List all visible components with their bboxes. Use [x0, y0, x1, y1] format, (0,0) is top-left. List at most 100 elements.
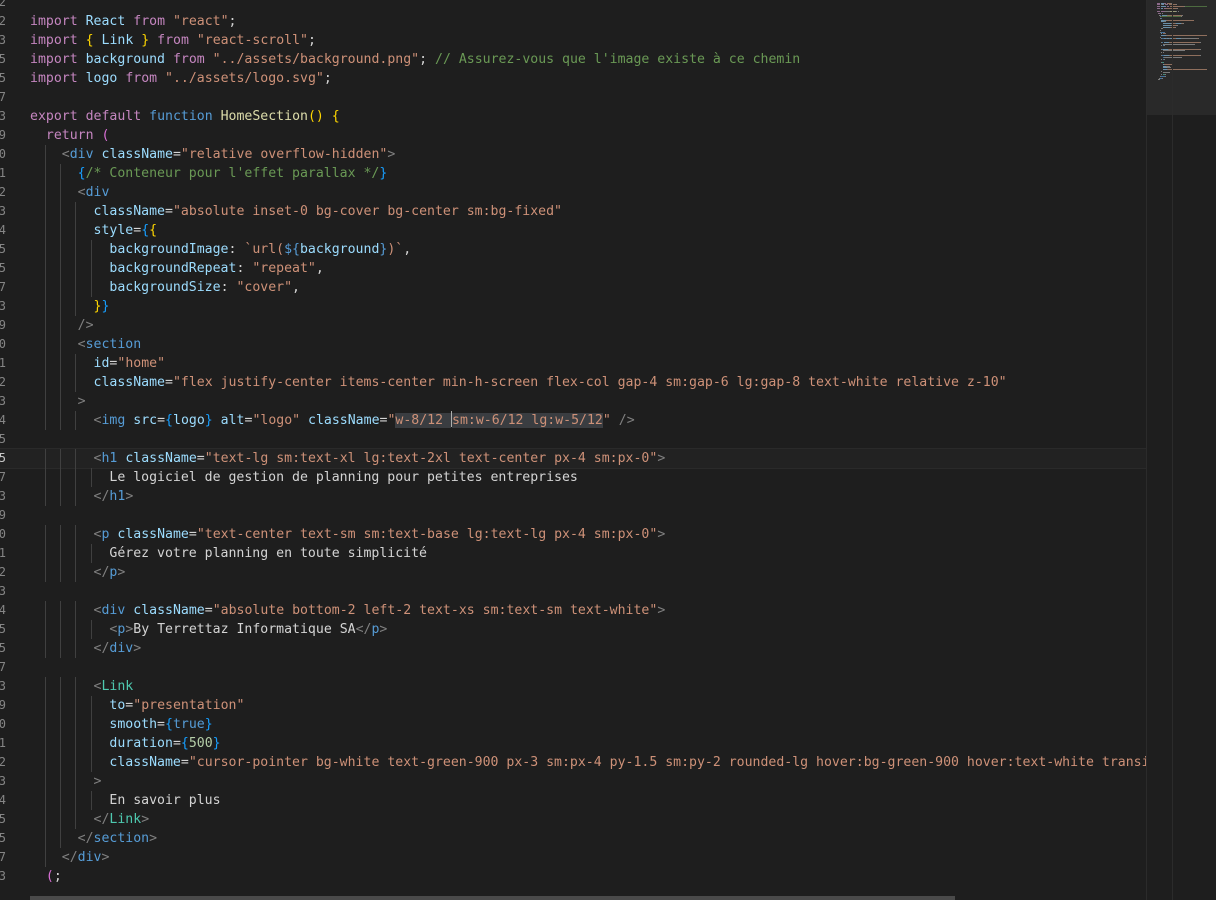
code-line[interactable]: 3: [0, 582, 1146, 601]
vertical-scrollbar-track[interactable]: [1172, 0, 1173, 900]
code-line[interactable]: 2 </p>: [0, 563, 1146, 582]
code-token: "../assets/background.png": [212, 52, 420, 67]
minimap-token: [1161, 77, 1163, 79]
code-line[interactable]: 0 <p className="text-center text-sm sm:t…: [0, 525, 1146, 544]
code-text[interactable]: <section: [30, 335, 142, 354]
code-line[interactable]: 0 smooth={true}: [0, 715, 1146, 734]
code-line[interactable]: 7 Le logiciel de gestion de planning pou…: [0, 468, 1146, 487]
code-line[interactable]: 3 export default function HomeSection() {: [0, 107, 1146, 126]
code-line[interactable]: 5: [0, 430, 1146, 449]
code-text[interactable]: En savoir plus: [30, 791, 220, 810]
code-line[interactable]: 3 (;: [0, 867, 1146, 886]
code-line[interactable]: 2 className="cursor-pointer bg-white tex…: [0, 753, 1146, 772]
code-line[interactable]: 5 </section>: [0, 829, 1146, 848]
code-line[interactable]: 5 <h1 className="text-lg sm:text-xl lg:t…: [0, 448, 1146, 469]
code-line[interactable]: 2 <div: [0, 183, 1146, 202]
line-number: 7: [0, 660, 6, 674]
code-line[interactable]: 5 import background from "../assets/backg…: [0, 50, 1146, 69]
code-text[interactable]: </div>: [30, 848, 110, 867]
code-token: HomeSection: [220, 109, 308, 124]
code-line[interactable]: 1 id="home": [0, 354, 1146, 373]
code-line[interactable]: 0 <section: [0, 335, 1146, 354]
code-line[interactable]: 1 duration={500}: [0, 734, 1146, 753]
code-line[interactable]: 7: [0, 658, 1146, 677]
code-line[interactable]: 4 En savoir plus: [0, 791, 1146, 810]
code-token: function: [149, 109, 213, 124]
code-text[interactable]: className="absolute inset-0 bg-cover bg-…: [30, 202, 562, 221]
code-text[interactable]: import React from "react";: [30, 12, 237, 31]
code-line[interactable]: 4 style={{: [0, 221, 1146, 240]
code-text[interactable]: {/* Conteneur pour l'effet parallax */}: [30, 164, 388, 183]
code-token: logo: [85, 71, 118, 86]
code-text[interactable]: import logo from "../assets/logo.svg";: [30, 69, 332, 88]
code-text[interactable]: >: [30, 392, 86, 411]
code-line[interactable]: 7 </div>: [0, 848, 1146, 867]
code-line[interactable]: 3 >: [0, 772, 1146, 791]
code-line[interactable]: 3 >: [0, 392, 1146, 411]
code-text[interactable]: className="cursor-pointer bg-white text-…: [30, 753, 1146, 772]
code-text[interactable]: import { Link } from "react-scroll";: [30, 31, 316, 50]
code-text[interactable]: return (: [30, 126, 110, 145]
code-text[interactable]: id="home": [30, 354, 165, 373]
code-line[interactable]: 0 <div className="relative overflow-hidd…: [0, 145, 1146, 164]
code-line[interactable]: 3 import { Link } from "react-scroll";: [0, 31, 1146, 50]
code-text[interactable]: <div className="absolute bottom-2 left-2…: [30, 601, 666, 620]
code-line[interactable]: 5 </Link>: [0, 810, 1146, 829]
code-text[interactable]: (;: [30, 867, 62, 886]
code-text[interactable]: <img src={logo} alt="logo" className="w-…: [30, 411, 635, 430]
code-token: {: [149, 223, 158, 238]
code-text[interactable]: }}: [30, 297, 110, 316]
code-text[interactable]: </Link>: [30, 810, 150, 829]
code-text[interactable]: backgroundImage: `url(${background})`,: [30, 240, 411, 259]
code-text[interactable]: </div>: [30, 639, 142, 658]
code-text[interactable]: <div: [30, 183, 110, 202]
code-text[interactable]: >: [30, 772, 102, 791]
code-text[interactable]: <h1 className="text-lg sm:text-xl lg:tex…: [30, 449, 666, 468]
code-line[interactable]: 5 backgroundImage: `url(${background})`,: [0, 240, 1146, 259]
code-text[interactable]: <p className="text-center text-sm sm:tex…: [30, 525, 666, 544]
code-line[interactable]: 9 />: [0, 316, 1146, 335]
code-text[interactable]: style={{: [30, 221, 158, 240]
code-line[interactable]: 2 import React from "react";: [0, 12, 1146, 31]
code-text[interactable]: />: [30, 316, 94, 335]
code-editor[interactable]: 2 2 import React from "react"; 3 import { Li…: [0, 0, 1146, 900]
code-line[interactable]: 3 </h1>: [0, 487, 1146, 506]
indent-guide: [45, 221, 46, 240]
code-text[interactable]: duration={500}: [30, 734, 220, 753]
code-line[interactable]: 2: [0, 0, 1146, 12]
code-line[interactable]: 4 <img src={logo} alt="logo" className="…: [0, 411, 1146, 430]
code-line[interactable]: 7: [0, 88, 1146, 107]
code-line[interactable]: 4 <div className="absolute bottom-2 left…: [0, 601, 1146, 620]
code-line[interactable]: 5 backgroundRepeat: "repeat",: [0, 259, 1146, 278]
code-line[interactable]: 9 to="presentation": [0, 696, 1146, 715]
code-text[interactable]: backgroundRepeat: "repeat",: [30, 259, 323, 278]
code-text[interactable]: Le logiciel de gestion de planning pour …: [30, 468, 577, 487]
code-text[interactable]: <div className="relative overflow-hidden…: [30, 145, 396, 164]
code-line[interactable]: 3 <Link: [0, 677, 1146, 696]
code-line[interactable]: 1 {/* Conteneur pour l'effet parallax */…: [0, 164, 1146, 183]
code-text[interactable]: import background from "../assets/backgr…: [30, 50, 800, 69]
code-line[interactable]: 9 return (: [0, 126, 1146, 145]
horizontal-scrollbar[interactable]: [30, 896, 955, 900]
code-text[interactable]: backgroundSize: "cover",: [30, 278, 300, 297]
minimap[interactable]: [1146, 0, 1216, 900]
code-line[interactable]: 5 </div>: [0, 639, 1146, 658]
code-text[interactable]: className="flex justify-center items-cen…: [30, 373, 1007, 392]
code-line[interactable]: 2 className="flex justify-center items-c…: [0, 373, 1146, 392]
code-text[interactable]: to="presentation": [30, 696, 244, 715]
code-line[interactable]: 3 }}: [0, 297, 1146, 316]
code-text[interactable]: <p>By Terrettaz Informatique SA</p>: [30, 620, 387, 639]
code-text[interactable]: Gérez votre planning en toute simplicité: [30, 544, 427, 563]
indent-guide: [60, 525, 62, 544]
code-line[interactable]: 5 import logo from "../assets/logo.svg";: [0, 69, 1146, 88]
code-text[interactable]: smooth={true}: [30, 715, 212, 734]
code-line[interactable]: 1 Gérez votre planning en toute simplici…: [0, 544, 1146, 563]
indent-guide: [75, 449, 77, 468]
code-line[interactable]: 5 <p>By Terrettaz Informatique SA</p>: [0, 620, 1146, 639]
code-line[interactable]: 3 className="absolute inset-0 bg-cover b…: [0, 202, 1146, 221]
code-text[interactable]: </section>: [30, 829, 157, 848]
code-line[interactable]: 9: [0, 506, 1146, 525]
code-text[interactable]: export default function HomeSection() {: [30, 107, 340, 126]
code-line[interactable]: 7 backgroundSize: "cover",: [0, 278, 1146, 297]
